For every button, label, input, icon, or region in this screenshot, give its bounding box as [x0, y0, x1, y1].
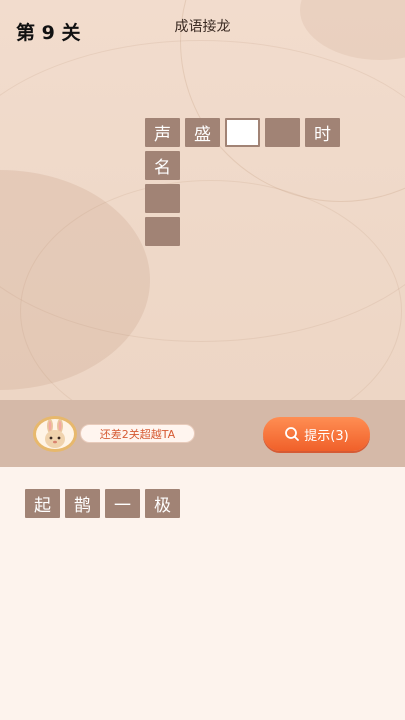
progress-message: 还差2关超越TA — [80, 424, 195, 443]
grid-cell: 盛 — [185, 118, 220, 147]
rabbit-avatar-icon — [45, 419, 65, 448]
option-tile[interactable]: 起 — [25, 489, 60, 518]
grid-cell: 时 — [305, 118, 340, 147]
hint-button[interactable]: 提示(3) — [263, 417, 370, 451]
option-tile[interactable]: 一 — [105, 489, 140, 518]
puzzle-board — [0, 0, 405, 400]
grid-cell-selected[interactable] — [225, 118, 260, 147]
option-tile[interactable]: 鹊 — [65, 489, 100, 518]
grid-cell-blank[interactable] — [265, 118, 300, 147]
grid-cell-blank[interactable] — [145, 217, 180, 246]
hint-button-label: 提示(3) — [304, 428, 349, 444]
grid-cell: 声 — [145, 118, 180, 147]
option-tray — [0, 467, 405, 720]
option-tile[interactable]: 极 — [145, 489, 180, 518]
grid-cell-blank[interactable] — [145, 184, 180, 213]
grid-cell: 名 — [145, 151, 180, 180]
avatar[interactable] — [33, 416, 77, 452]
game-title: 成语接龙 — [174, 19, 231, 35]
search-icon — [285, 427, 300, 441]
